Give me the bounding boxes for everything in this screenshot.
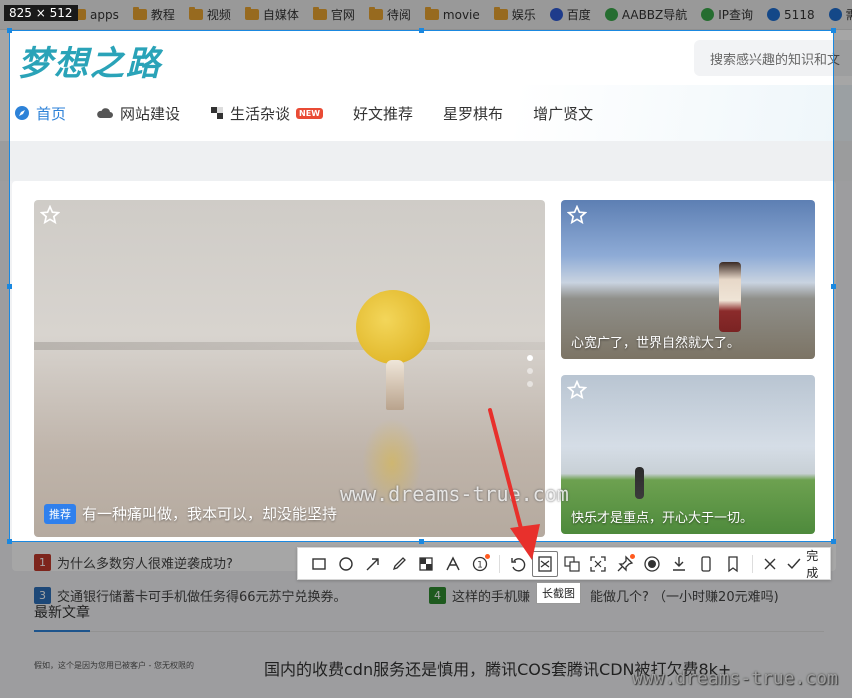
ocr-recognize-icon — [590, 555, 607, 572]
arrow-tool-icon — [366, 557, 379, 570]
screenshot-toolbar: 1 完成 — [297, 547, 831, 580]
text-tool-icon — [446, 555, 460, 570]
resize-handle[interactable] — [831, 539, 836, 544]
dim-overlay — [834, 30, 852, 542]
resize-handle[interactable] — [7, 539, 12, 544]
resize-handle[interactable] — [7, 28, 12, 33]
ellipse-tool-button[interactable] — [333, 551, 359, 577]
pen-tool-button[interactable] — [387, 551, 413, 577]
rectangle-tool-button[interactable] — [306, 551, 332, 577]
bookmark-button[interactable] — [720, 551, 746, 577]
tool-tooltip: 长截图 — [536, 582, 581, 604]
done-button[interactable]: 完成 — [786, 547, 830, 581]
ellipse-tool-icon — [339, 556, 353, 571]
notification-dot — [630, 553, 636, 559]
text-tool-button[interactable] — [440, 551, 466, 577]
toolbar-separator — [751, 554, 753, 573]
resize-handle[interactable] — [831, 284, 836, 289]
rectangle-tool-icon — [312, 557, 326, 570]
pin-button[interactable] — [612, 551, 638, 577]
close-icon — [764, 558, 776, 569]
ocr-translate-icon — [563, 555, 580, 572]
arrow-tool-button[interactable] — [360, 551, 386, 577]
done-label: 完成 — [806, 548, 819, 580]
mosaic-tool-button[interactable] — [413, 551, 439, 577]
resize-handle[interactable] — [419, 28, 424, 33]
resize-handle[interactable] — [831, 28, 836, 33]
download-icon — [672, 556, 685, 571]
bookmark-icon — [727, 555, 738, 572]
record-button[interactable] — [639, 551, 665, 577]
record-icon — [644, 555, 660, 572]
phone-button[interactable] — [693, 551, 719, 577]
capture-selection[interactable] — [7, 28, 836, 544]
resize-handle[interactable] — [7, 284, 12, 289]
download-button[interactable] — [666, 551, 692, 577]
ocr-translate-button[interactable] — [559, 551, 585, 577]
check-icon — [787, 558, 801, 569]
red-arrow-annotation — [488, 408, 540, 560]
capture-size-label: 825 × 512 — [4, 5, 78, 21]
close-button[interactable] — [758, 551, 784, 577]
resize-handle[interactable] — [419, 539, 424, 544]
pen-tool-icon — [393, 556, 407, 570]
phone-icon — [701, 555, 711, 572]
ocr-recognize-button[interactable] — [585, 551, 611, 577]
mosaic-tool-icon — [419, 556, 433, 571]
dim-overlay — [0, 0, 852, 30]
